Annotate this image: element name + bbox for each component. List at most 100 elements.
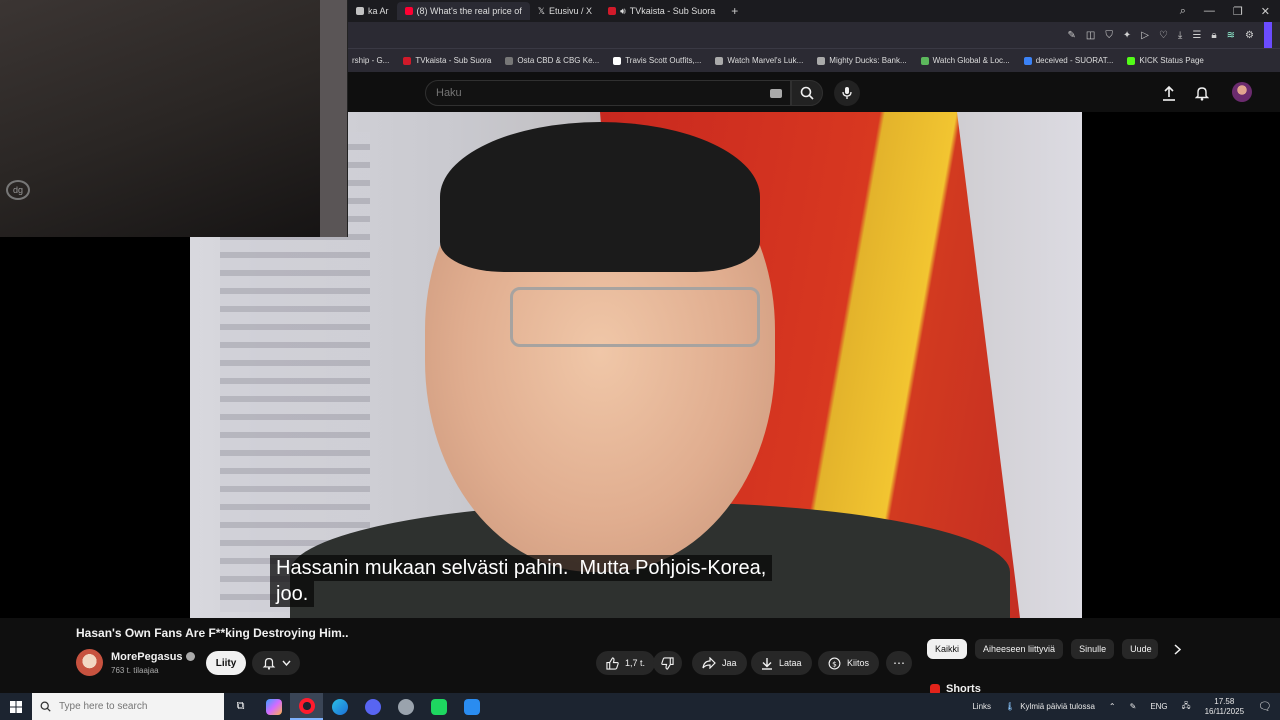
bell-icon: [262, 658, 275, 670]
bookmark[interactable]: TVkaista - Sub Suora: [403, 56, 491, 65]
join-button[interactable]: Liity: [206, 651, 246, 675]
extension-icon[interactable]: ✦: [1123, 30, 1131, 41]
channel-name[interactable]: MorePegasus: [111, 651, 195, 663]
taskbar-app[interactable]: [455, 693, 488, 720]
thanks-button[interactable]: $ Kiitos: [818, 651, 880, 675]
close-button[interactable]: ✕: [1261, 5, 1270, 18]
language-indicator[interactable]: ENG: [1150, 702, 1167, 711]
bookmark[interactable]: deceived - SUORAT...: [1023, 56, 1114, 65]
browser-tab[interactable]: 🔊︎ TVkaista - Sub Suora: [600, 2, 723, 20]
search-icon: [40, 701, 51, 712]
tab-label: TVkaista - Sub Suora: [629, 6, 716, 16]
pen-icon[interactable]: ✎: [1130, 702, 1137, 711]
speaker-icon: 🔊︎: [620, 5, 626, 16]
screenshot-icon[interactable]: ◫: [1086, 30, 1095, 41]
bell-icon: [1195, 87, 1209, 101]
weather-widget[interactable]: 🌡︎ Kylmiä päiviä tulossa: [1005, 702, 1095, 711]
share-label: Jaa: [722, 658, 737, 668]
tab-label: Etusivu / X: [549, 6, 593, 16]
new-tab-button[interactable]: +: [723, 4, 746, 18]
bookmark-label: deceived - SUORAT...: [1035, 56, 1114, 65]
start-button[interactable]: [0, 693, 32, 720]
chips-next-button[interactable]: [1166, 639, 1189, 659]
opera-icon: [298, 697, 315, 714]
tab-label: (8) What's the real price of: [416, 6, 522, 16]
menu-icon[interactable]: ☰: [1192, 30, 1201, 41]
chip-related[interactable]: Aiheeseen liittyviä: [975, 639, 1064, 659]
taskbar-app[interactable]: [389, 693, 422, 720]
channel-name-text: MorePegasus: [111, 651, 183, 663]
browser-tab[interactable]: ka Ar: [348, 2, 397, 20]
shield-icon[interactable]: ⛉: [1105, 30, 1113, 41]
task-view-button[interactable]: ⧉: [224, 693, 257, 720]
bookmark-favicon: [715, 56, 724, 65]
microphone-icon: [842, 87, 852, 99]
chip-for-you[interactable]: Sinulle: [1071, 639, 1115, 659]
more-actions-button[interactable]: ⋯: [886, 651, 912, 675]
dislike-button[interactable]: [653, 651, 682, 675]
bookmark-favicon: [505, 56, 514, 65]
subtitle-line: joo.: [270, 581, 315, 607]
chevron-right-icon: [1174, 643, 1182, 655]
bookmark[interactable]: Mighty Ducks: Bank...: [817, 56, 907, 65]
minimize-button[interactable]: —: [1204, 5, 1215, 18]
related-filter-chips: Kaikki Aiheeseen liittyviä Sinulle Uude: [927, 639, 1189, 659]
bookmark[interactable]: Osta CBD & CBG Ke...: [505, 56, 599, 65]
discord-icon: [364, 698, 381, 715]
clock[interactable]: 17.58 16/11/2025: [1205, 697, 1244, 717]
thanks-label: Kiitos: [847, 658, 870, 668]
super-thanks-icon: $: [828, 657, 841, 669]
user-avatar[interactable]: [1232, 82, 1252, 102]
lock-icon[interactable]: 🔒︎: [1211, 30, 1216, 41]
voice-search-button[interactable]: [834, 80, 860, 106]
bookmark[interactable]: KICK Status Page: [1127, 56, 1204, 65]
bookmark-label: KICK Status Page: [1139, 56, 1204, 65]
chip-new[interactable]: Uude: [1122, 639, 1159, 659]
taskbar-search-input[interactable]: [59, 701, 209, 712]
restore-button[interactable]: ❐: [1233, 5, 1243, 18]
taskbar-app[interactable]: [323, 693, 356, 720]
browser-tab-active[interactable]: (8) What's the real price of: [396, 2, 530, 20]
bookmark-label: Osta CBD & CBG Ke...: [517, 56, 600, 65]
bookmark[interactable]: rship - G...: [352, 56, 389, 65]
keyboard-icon[interactable]: [770, 89, 782, 98]
edge-icon: [331, 698, 348, 715]
search-input[interactable]: [436, 87, 736, 99]
tab-label: ka Ar: [368, 6, 389, 16]
notifications-button[interactable]: [1193, 84, 1211, 102]
settings-icon[interactable]: ⚙: [1245, 30, 1254, 41]
bookmark-favicon: [920, 56, 929, 65]
download-icon[interactable]: ⤓: [1178, 30, 1182, 41]
chip-all[interactable]: Kaikki: [927, 639, 968, 659]
taskbar-app[interactable]: [422, 693, 455, 720]
aria-icon[interactable]: ≋: [1227, 30, 1235, 41]
youtube-favicon: [404, 7, 413, 15]
links-toolbar[interactable]: Links: [972, 702, 991, 711]
gamepad-icon: [430, 698, 447, 715]
bookmark[interactable]: Watch Global & Loc...: [920, 56, 1010, 65]
download-icon: [762, 657, 772, 670]
network-icon[interactable]: 🖧︎: [1182, 700, 1191, 714]
bookmark-favicon: [817, 56, 826, 65]
taskbar-app[interactable]: [257, 693, 290, 720]
edit-icon[interactable]: ✎: [1068, 30, 1076, 41]
taskbar-app-active[interactable]: [290, 693, 323, 720]
search-tabs-icon[interactable]: ⌕: [1180, 5, 1186, 18]
channel-avatar[interactable]: [76, 649, 103, 676]
share-button[interactable]: Jaa: [692, 651, 747, 675]
heart-icon[interactable]: ♡: [1159, 30, 1168, 41]
bookmark[interactable]: Travis Scott Outfits,...: [613, 56, 701, 65]
download-button[interactable]: Lataa: [751, 651, 812, 675]
subtitle-line: Hassanin mukaan selvästi pahin. Mutta Po…: [270, 555, 773, 581]
browser-tab[interactable]: 𝕏 Etusivu / X: [530, 2, 600, 20]
like-button[interactable]: 1,7 t.: [596, 651, 656, 675]
person-hair: [440, 122, 760, 272]
chevron-up-icon[interactable]: ⌃: [1109, 702, 1116, 711]
notification-center-icon[interactable]: 🗨︎: [1258, 700, 1272, 713]
bookmark[interactable]: Watch Marvel's Luk...: [715, 56, 803, 65]
upload-button[interactable]: [1160, 84, 1178, 102]
search-button[interactable]: [791, 80, 823, 106]
taskbar-app[interactable]: [356, 693, 389, 720]
play-icon[interactable]: ▷: [1141, 30, 1149, 41]
subscription-bell-button[interactable]: [252, 651, 300, 675]
